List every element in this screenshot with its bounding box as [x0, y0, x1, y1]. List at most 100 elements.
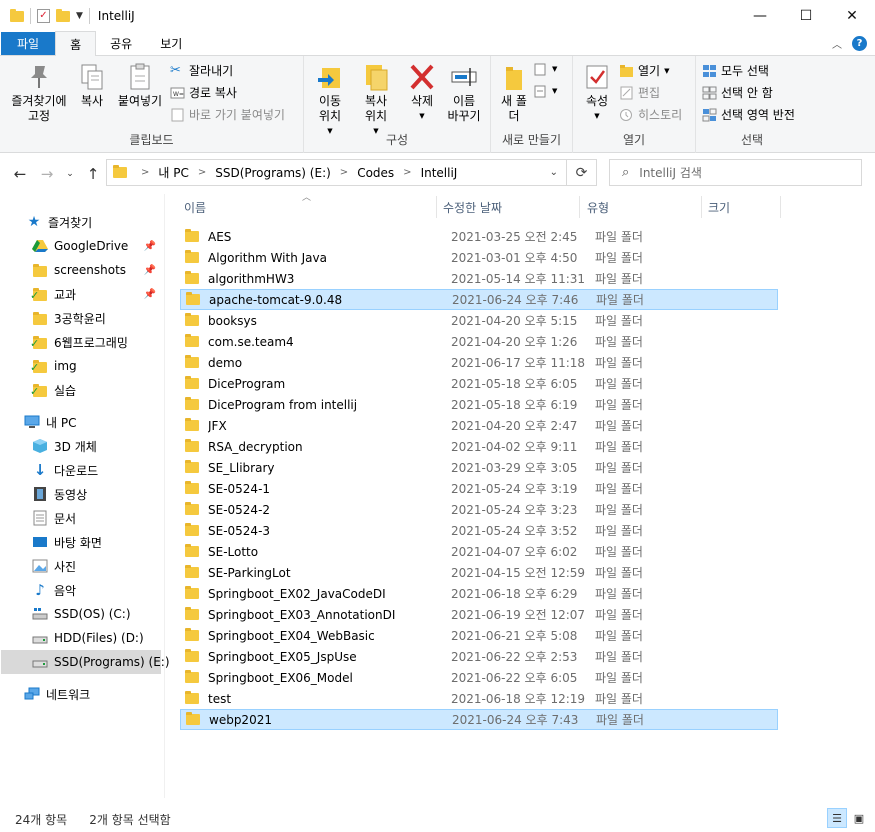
nav-item-music[interactable]: ♪ 음악 — [32, 578, 76, 602]
column-divider[interactable] — [579, 196, 580, 218]
new-item-button[interactable]: ▼ — [533, 62, 557, 76]
file-row[interactable]: SE-0524-2 2021-05-24 오후 3:23 파일 폴더 — [180, 499, 778, 520]
large-icons-view-button[interactable]: ▣ — [849, 808, 869, 828]
tab-home[interactable]: 홈 — [55, 31, 97, 56]
file-row[interactable]: Springboot_EX04_WebBasic 2021-06-21 오후 5:… — [180, 625, 778, 646]
column-divider[interactable] — [780, 196, 781, 218]
column-divider[interactable] — [436, 196, 437, 218]
file-row[interactable]: booksys 2021-04-20 오후 5:15 파일 폴더 — [180, 310, 778, 331]
file-row[interactable]: SE_Llibrary 2021-03-29 오후 3:05 파일 폴더 — [180, 457, 778, 478]
up-button[interactable]: ↑ — [82, 165, 104, 183]
new-folder-icon[interactable] — [56, 8, 70, 22]
search-input[interactable]: ⌕ IntelliJ 검색 — [609, 159, 862, 186]
file-row[interactable]: RSA_decryption 2021-04-02 오후 9:11 파일 폴더 — [180, 436, 778, 457]
new-folder-button[interactable]: 새 폴더 — [499, 62, 529, 124]
properties-button[interactable]: 속성 ▼ — [579, 62, 615, 124]
recent-locations-dropdown[interactable]: ⌄ — [59, 169, 81, 179]
column-divider[interactable] — [701, 196, 702, 218]
nav-item-googledrive[interactable]: GoogleDrive 📌 — [32, 234, 162, 258]
breadcrumb-separator[interactable]: > — [141, 167, 149, 178]
file-row[interactable]: SE-0524-3 2021-05-24 오후 3:52 파일 폴더 — [180, 520, 778, 541]
nav-item-webprog[interactable]: 6웹프로그래밍 — [30, 330, 128, 354]
nav-item-screenshots[interactable]: screenshots 📌 — [32, 258, 162, 282]
breadcrumb-separator[interactable]: > — [403, 167, 411, 178]
file-row[interactable]: Springboot_EX03_AnnotationDI 2021-06-19 오… — [180, 604, 778, 625]
delete-button[interactable]: 삭제 ▼ — [402, 62, 442, 124]
collapse-ribbon-icon[interactable]: ︿ — [832, 36, 842, 51]
file-row[interactable]: SE-0524-1 2021-05-24 오후 3:19 파일 폴더 — [180, 478, 778, 499]
easy-access-button[interactable]: ▼ — [533, 84, 557, 98]
minimize-button[interactable]: — — [737, 0, 783, 32]
nav-quick-access[interactable]: ★ 즐겨찾기 — [26, 210, 92, 234]
file-row[interactable]: algorithmHW3 2021-05-14 오후 11:31 파일 폴더 — [180, 268, 778, 289]
file-row[interactable]: Springboot_EX05_JspUse 2021-06-22 오후 2:53… — [180, 646, 778, 667]
file-row[interactable]: SE-Lotto 2021-04-07 오후 6:02 파일 폴더 — [180, 541, 778, 562]
nav-item-ethics[interactable]: 3공학윤리 — [32, 306, 106, 330]
file-row[interactable]: Springboot_EX02_JavaCodeDI 2021-06-18 오후 … — [180, 583, 778, 604]
nav-item-drive-c[interactable]: SSD(OS) (C:) — [32, 602, 131, 626]
file-row[interactable]: AES 2021-03-25 오전 2:45 파일 폴더 — [180, 226, 778, 247]
nav-item-3d-objects[interactable]: 3D 개체 — [32, 434, 97, 458]
pin-quick-access-button[interactable]: 즐겨찾기에 고정 — [6, 62, 72, 124]
details-view-button[interactable]: ☰ — [827, 808, 847, 828]
file-row[interactable]: Springboot_EX06_Model 2021-06-22 오후 6:05 파… — [180, 667, 778, 688]
file-row[interactable]: JFX 2021-04-20 오후 2:47 파일 폴더 — [180, 415, 778, 436]
cut-button[interactable]: ✂ 잘라내기 — [170, 62, 233, 79]
tab-view[interactable]: 보기 — [146, 31, 196, 55]
file-row[interactable]: demo 2021-06-17 오후 11:18 파일 폴더 — [180, 352, 778, 373]
chevron-down-icon[interactable]: ⌄ — [550, 167, 558, 178]
nav-item-drive-d[interactable]: HDD(Files) (D:) — [32, 626, 144, 650]
copy-to-button[interactable]: 복사 위치 ▼ — [354, 62, 398, 139]
file-row[interactable]: Algorithm With Java 2021-03-01 오후 4:50 파일 … — [180, 247, 778, 268]
nav-item-documents[interactable]: 문서 — [32, 506, 76, 530]
forward-button[interactable]: → — [36, 165, 58, 183]
breadcrumb-drive[interactable]: SSD(Programs) (E:) — [215, 166, 331, 180]
edit-button[interactable]: 편집 — [619, 84, 660, 101]
nav-item-desktop[interactable]: 바탕 화면 — [32, 530, 102, 554]
file-row[interactable]: webp2021 2021-06-24 오후 7:43 파일 폴더 — [180, 709, 778, 730]
breadcrumb-codes[interactable]: Codes — [357, 166, 394, 180]
column-header-name[interactable]: 이름 — [184, 194, 434, 220]
copy-path-button[interactable]: W= 경로 복사 — [170, 84, 237, 101]
pin-icon[interactable]: 📌 — [144, 241, 156, 252]
file-row[interactable]: test 2021-06-18 오후 12:19 파일 폴더 — [180, 688, 778, 709]
file-row[interactable]: com.se.team4 2021-04-20 오후 1:26 파일 폴더 — [180, 331, 778, 352]
nav-network[interactable]: 네트워크 — [24, 682, 90, 706]
nav-item-pictures[interactable]: 사진 — [32, 554, 76, 578]
file-row[interactable]: apache-tomcat-9.0.48 2021-06-24 오후 7:46 파일… — [180, 289, 778, 310]
paste-shortcut-button[interactable]: 바로 가기 붙여넣기 — [170, 106, 285, 123]
file-row[interactable]: DiceProgram from intellij 2021-05-18 오후 6… — [180, 394, 778, 415]
move-to-button[interactable]: 이동 위치 ▼ — [308, 62, 352, 139]
pin-icon[interactable]: 📌 — [144, 289, 156, 300]
select-all-button[interactable]: 모두 선택 — [702, 62, 769, 79]
address-bar[interactable]: > 내 PC > SSD(Programs) (E:) > Codes > In… — [106, 159, 567, 186]
back-button[interactable]: ← — [9, 165, 31, 183]
column-header-size[interactable]: 크기 — [708, 194, 768, 220]
breadcrumb-intellij[interactable]: IntelliJ — [421, 166, 458, 180]
nav-item-videos[interactable]: 동영상 — [32, 482, 87, 506]
tab-share[interactable]: 공유 — [96, 31, 146, 55]
rename-button[interactable]: 이름 바꾸기 — [442, 62, 486, 124]
properties-icon[interactable]: ✓ — [37, 9, 50, 23]
copy-button[interactable]: 복사 — [74, 62, 110, 109]
customize-toolbar-dropdown[interactable]: ▼ — [76, 11, 83, 21]
file-row[interactable]: DiceProgram 2021-05-18 오후 6:05 파일 폴더 — [180, 373, 778, 394]
nav-item-course[interactable]: 교과 📌 — [30, 282, 162, 306]
breadcrumb-this-pc[interactable]: 내 PC — [158, 164, 188, 181]
tab-file[interactable]: 파일 — [1, 32, 56, 55]
breadcrumb-separator[interactable]: > — [198, 167, 206, 178]
open-button[interactable]: 열기 ▼ — [619, 62, 669, 79]
nav-item-practice[interactable]: 실습 — [30, 378, 76, 402]
file-row[interactable]: SE-ParkingLot 2021-04-15 오전 12:59 파일 폴더 — [180, 562, 778, 583]
nav-item-downloads[interactable]: ↓ 다운로드 — [32, 458, 98, 482]
maximize-button[interactable]: ☐ — [783, 0, 829, 32]
refresh-button[interactable]: ⟳ — [567, 159, 597, 186]
pin-icon[interactable]: 📌 — [144, 265, 156, 276]
close-button[interactable]: ✕ — [829, 0, 875, 32]
history-button[interactable]: 히스토리 — [619, 106, 682, 123]
column-header-date[interactable]: 수정한 날짜 — [443, 194, 573, 220]
breadcrumb-separator[interactable]: > — [340, 167, 348, 178]
select-none-button[interactable]: 선택 안 함 — [702, 84, 773, 101]
help-icon[interactable]: ? — [852, 36, 867, 51]
nav-item-img[interactable]: img — [30, 354, 77, 378]
